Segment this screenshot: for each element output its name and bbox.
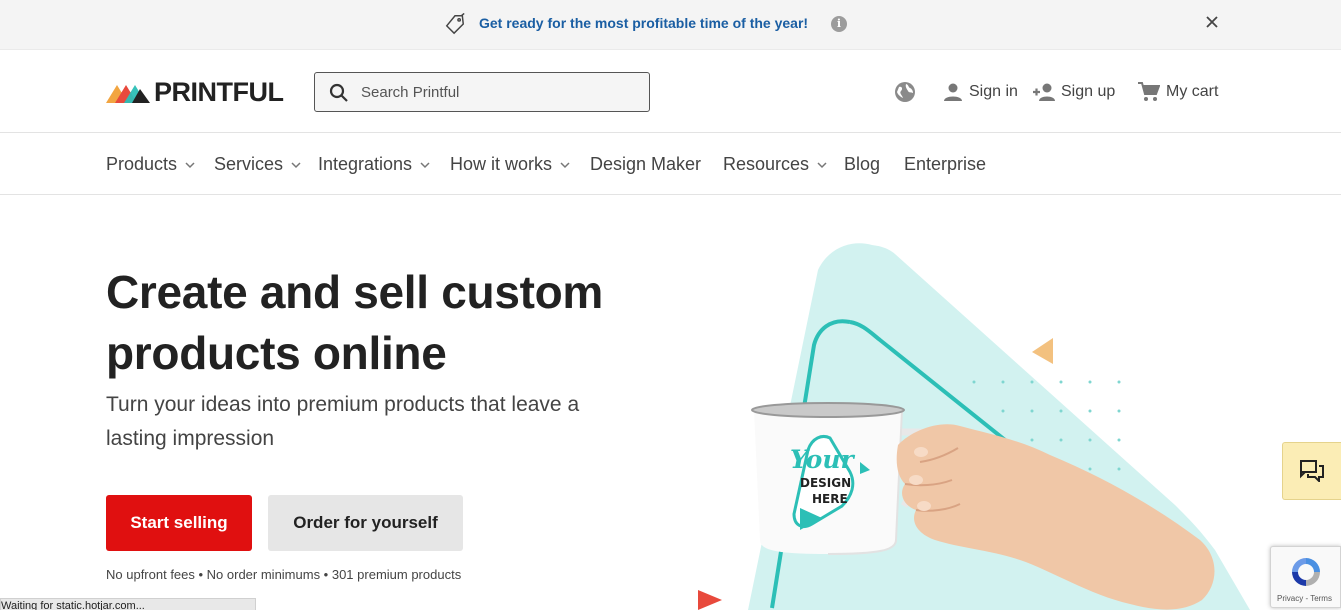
main-nav: Products Services Integrations How it wo… [0,134,1341,195]
logo-text: PRINTFUL [154,76,284,107]
mug-text-here: HERE [812,492,848,506]
nav-item-label: Blog [844,154,881,174]
mug-text-your: Your [790,445,856,474]
chevron-down-icon [185,161,195,168]
mug-text-design: DESIGN [800,476,851,490]
red-triangle-decoration [698,590,722,610]
price-tag-icon [445,13,465,35]
nav-item-services[interactable]: Services [214,154,301,175]
chat-widget-button[interactable] [1282,442,1341,500]
recaptcha-links[interactable]: Privacy - Terms [1277,594,1332,603]
chevron-down-icon [560,161,570,168]
start-selling-button[interactable]: Start selling [106,495,252,551]
globe-icon[interactable] [894,81,916,103]
nav-item-label: Design Maker [590,154,702,174]
hero-illustration: Your DESIGN HERE [698,243,1250,610]
search-icon[interactable] [329,83,349,103]
recaptcha-badge[interactable]: Privacy - Terms [1270,546,1341,608]
chat-bubbles-icon [1300,460,1324,482]
nav-item-design-maker[interactable]: Design Maker [590,154,701,175]
nav-item-label: How it works [450,154,553,174]
user-icon [944,83,962,101]
info-icon[interactable]: i [831,16,847,32]
cart-link[interactable]: My cart [1138,82,1218,102]
announcement-bar: Get ready for the most profitable time o… [0,0,1341,50]
hero-fine-print: No upfront fees • No order minimums • 30… [106,567,462,582]
chevron-down-icon [420,161,430,168]
search-box[interactable] [314,72,650,112]
nav-item-integrations[interactable]: Integrations [318,154,430,175]
nav-item-label: Products [106,154,178,174]
add-user-icon [1033,83,1055,101]
chevron-down-icon [817,161,827,168]
orange-triangle-decoration [1032,338,1053,364]
nav-item-how-it-works[interactable]: How it works [450,154,570,175]
nav-item-label: Integrations [318,154,413,174]
sign-up-link[interactable]: Sign up [1033,82,1115,102]
sign-in-label: Sign in [969,83,1018,100]
logo-mark-icon [106,85,150,103]
close-icon[interactable] [1204,14,1220,30]
printful-logo[interactable]: PRINTFUL [106,76,284,107]
cart-icon [1138,82,1160,101]
nav-item-products[interactable]: Products [106,154,195,175]
nav-item-blog[interactable]: Blog [844,154,880,175]
nav-item-resources[interactable]: Resources [723,154,827,175]
sign-in-link[interactable]: Sign in [943,82,1018,102]
chevron-down-icon [291,161,301,168]
browser-status-bar: Waiting for static.hotjar.com... [0,598,256,610]
cart-label: My cart [1166,83,1219,100]
site-header: PRINTFUL Sign in Sign up [0,50,1341,133]
nav-item-label: Resources [723,154,810,174]
nav-item-enterprise[interactable]: Enterprise [904,154,986,175]
nav-item-label: Services [214,154,284,174]
hero-subtitle: Turn your ideas into premium products th… [106,393,580,450]
hero-title: Create and sell custom products online [106,266,604,379]
nav-item-label: Enterprise [904,154,987,174]
search-input[interactable] [361,81,641,103]
sign-up-label: Sign up [1061,83,1116,100]
order-for-yourself-button[interactable]: Order for yourself [268,495,463,551]
announcement-message[interactable]: Get ready for the most profitable time o… [479,15,808,31]
recaptcha-icon [1292,558,1320,586]
